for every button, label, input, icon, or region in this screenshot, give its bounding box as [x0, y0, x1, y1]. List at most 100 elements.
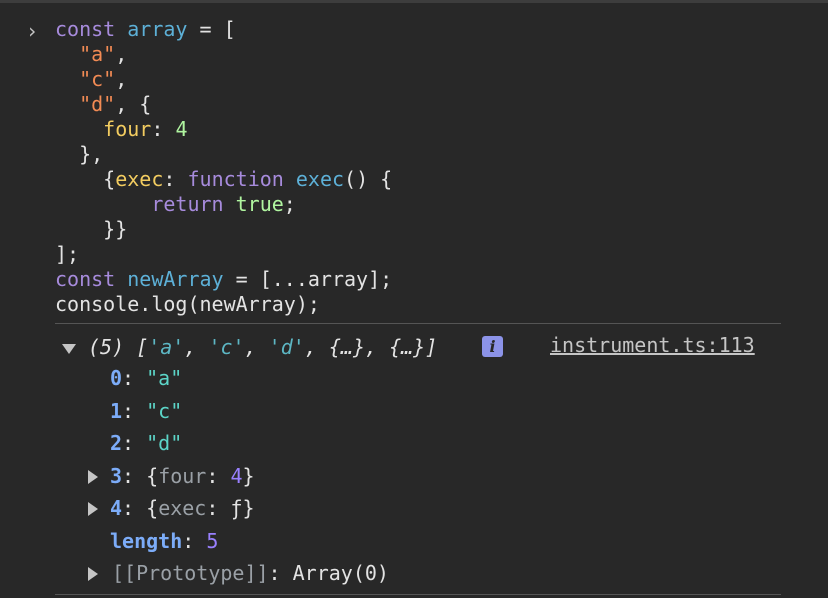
code-token: , {	[115, 92, 152, 116]
code-line: four: 4	[55, 117, 187, 142]
code-line: }}	[55, 217, 127, 242]
code-token: exec	[115, 167, 164, 191]
panel-top-border	[0, 0, 828, 3]
summary-token: 'a'	[148, 335, 185, 359]
expand-triangle-icon[interactable]	[88, 567, 98, 581]
property-row[interactable]: 4: {exec: ƒ}	[110, 496, 255, 521]
summary-token: ,	[184, 335, 209, 359]
property-value-token: :	[206, 463, 231, 488]
code-line: return true;	[55, 192, 296, 217]
code-token: :	[151, 117, 176, 141]
property-row[interactable]: 3: {four: 4}	[110, 464, 255, 489]
property-row: 1: "c"	[110, 399, 182, 424]
code-line: ];	[55, 242, 79, 267]
property-separator: :	[182, 528, 207, 553]
code-token: function	[187, 167, 284, 191]
property-value-token: :	[206, 496, 231, 520]
code-token: ,	[115, 67, 128, 91]
property-key: 3	[110, 463, 123, 488]
property-separator: :	[122, 366, 147, 390]
code-token: () {	[344, 167, 393, 191]
property-row[interactable]: [[Prototype]]: Array(0)	[112, 561, 389, 586]
code-token: const	[55, 17, 116, 41]
property-key: 1	[110, 398, 123, 423]
property-value-token: }	[242, 463, 255, 488]
collapse-triangle-icon[interactable]	[62, 344, 76, 354]
expand-triangle-icon[interactable]	[88, 469, 98, 484]
property-value: "a"	[146, 366, 183, 390]
code-token: }}	[55, 217, 128, 241]
summary-token: ,	[244, 335, 269, 359]
property-key: [[Prototype]]	[112, 561, 269, 585]
property-value: 5	[206, 528, 219, 553]
property-key: 0	[110, 366, 123, 390]
code-line: {exec: function exec() {	[55, 167, 392, 192]
property-value: Array(0)	[292, 561, 389, 585]
summary-token: , {…}, {…}]	[304, 335, 438, 359]
code-token: const	[55, 267, 116, 291]
code-line: "a",	[55, 42, 127, 67]
property-row: 0: "a"	[110, 366, 182, 391]
code-token: ,	[115, 42, 128, 66]
property-value-token: ƒ	[230, 496, 243, 520]
code-line: "c",	[55, 67, 127, 92]
summary-token: 'd'	[268, 335, 305, 359]
code-token: :	[163, 167, 188, 191]
code-token: four	[103, 117, 152, 141]
property-key: 2	[110, 431, 123, 455]
source-link[interactable]: instrument.ts:113	[550, 333, 755, 358]
prompt-chevron-icon: ›	[26, 19, 39, 43]
property-separator: :	[122, 496, 147, 520]
summary-token: (5) [	[88, 335, 149, 359]
code-token: console.log(newArray);	[55, 292, 320, 316]
code-token: "c"	[79, 67, 116, 91]
code-line: "d", {	[55, 92, 151, 117]
code-token: = [	[187, 17, 236, 41]
code-line: const array = [	[55, 17, 236, 42]
property-value-token: {	[146, 463, 159, 488]
divider-bottom	[55, 594, 781, 595]
code-token: "a"	[79, 42, 116, 66]
property-value-token: four	[158, 463, 207, 488]
code-token: return	[151, 192, 224, 216]
property-value-token: 4	[230, 463, 243, 488]
code-line: },	[55, 142, 103, 167]
property-separator: :	[122, 463, 147, 488]
code-token: ;	[283, 192, 296, 216]
code-token: array	[127, 17, 188, 41]
code-token: true	[235, 192, 284, 216]
property-value-token: }	[242, 496, 255, 520]
property-value: "d"	[146, 431, 183, 455]
code-token: {	[55, 167, 116, 191]
property-value: "c"	[146, 398, 183, 423]
code-token: exec	[295, 167, 345, 191]
code-token: ];	[55, 242, 80, 266]
code-token: = [...array];	[223, 267, 393, 291]
summary-token: 'c'	[208, 335, 245, 359]
property-key: 4	[110, 496, 123, 520]
property-separator: :	[122, 398, 147, 423]
property-row: length: 5	[110, 529, 218, 554]
code-line: const newArray = [...array];	[55, 267, 392, 292]
array-summary[interactable]: (5) ['a', 'c', 'd', {…}, {…}]	[88, 335, 437, 360]
info-icon[interactable]: i	[482, 336, 503, 357]
code-token: },	[55, 142, 104, 166]
code-line: console.log(newArray);	[55, 292, 320, 317]
property-value-token: exec	[158, 496, 207, 520]
property-row: 2: "d"	[110, 431, 182, 456]
property-separator: :	[268, 561, 293, 585]
property-value-token: {	[146, 496, 159, 520]
divider	[55, 323, 781, 324]
property-key: length	[110, 528, 183, 553]
expand-triangle-icon[interactable]	[88, 502, 98, 516]
property-separator: :	[122, 431, 147, 455]
